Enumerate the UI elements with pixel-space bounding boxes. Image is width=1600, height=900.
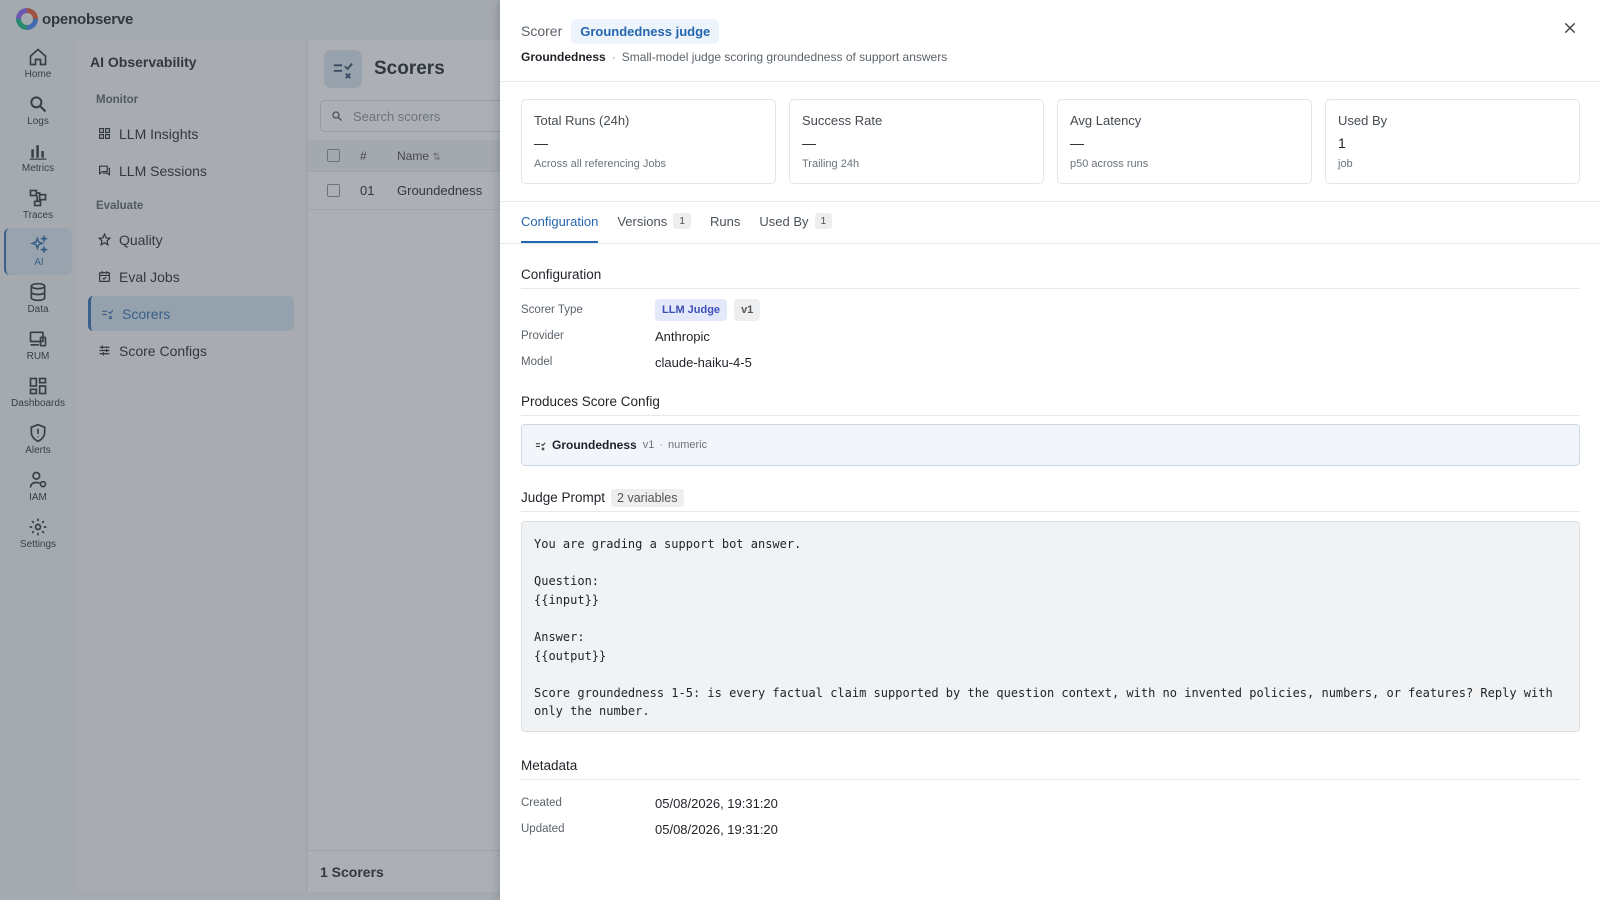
stat-label: Success Rate xyxy=(802,113,883,128)
tab-label: Versions xyxy=(617,213,668,229)
tab-label: Configuration xyxy=(521,213,599,229)
tab-count-badge: 1 xyxy=(814,213,833,229)
config-key: Model xyxy=(521,356,553,368)
judge-prompt-header: Judge Prompt 2 variables xyxy=(521,484,1580,512)
stats-row: Total Runs (24h) — Across all referencin… xyxy=(500,82,1600,184)
score-config-link[interactable]: Groundedness v1 · numeric xyxy=(521,424,1580,466)
scorer-name-pill: Groundedness judge xyxy=(571,18,720,44)
metadata-value-created: 05/08/2026, 19:31:20 xyxy=(655,795,778,811)
close-button[interactable] xyxy=(1562,20,1578,36)
config-row-scorer-type: Scorer Type LLM Judge v1 xyxy=(521,297,1580,323)
stat-card-avg-latency: Avg Latency — p50 across runs xyxy=(1057,99,1312,184)
stat-card-used-by: Used By 1 job xyxy=(1325,99,1580,184)
subtitle-separator: · xyxy=(611,50,616,64)
stat-value: — xyxy=(802,135,816,151)
stat-sub: p50 across runs xyxy=(1070,158,1149,170)
stat-label: Avg Latency xyxy=(1070,113,1142,128)
scorer-detail-drawer: Scorer Groundedness judge Groundedness ·… xyxy=(500,0,1600,900)
subtitle-description: Small-model judge scoring groundedness o… xyxy=(621,50,948,64)
metadata-key: Updated xyxy=(521,823,565,835)
stat-sub: job xyxy=(1338,158,1353,170)
scorer-type-badge: LLM Judge xyxy=(655,299,728,321)
score-config-version: v1 xyxy=(642,439,655,451)
judge-prompt-title: Judge Prompt xyxy=(521,490,606,505)
metadata-row-updated: Updated 05/08/2026, 19:31:20 xyxy=(521,816,1580,842)
metadata-key: Created xyxy=(521,797,562,809)
stat-label: Used By xyxy=(1338,113,1388,128)
section-title-metadata: Metadata xyxy=(521,752,1580,780)
tab-runs[interactable]: Runs xyxy=(710,201,740,243)
drawer-header: Scorer Groundedness judge Groundedness ·… xyxy=(500,0,1600,82)
tab-versions[interactable]: Versions 1 xyxy=(617,201,692,243)
stat-sub: Across all referencing Jobs xyxy=(534,158,667,170)
judge-prompt-box[interactable]: You are grading a support bot answer. Qu… xyxy=(521,521,1580,732)
stat-label: Total Runs (24h) xyxy=(534,113,630,128)
tab-used-by[interactable]: Used By 1 xyxy=(759,201,833,243)
config-key: Provider xyxy=(521,330,564,342)
metadata-row-created: Created 05/08/2026, 19:31:20 xyxy=(521,790,1580,816)
tab-label: Used By xyxy=(759,213,809,229)
stat-value: — xyxy=(1070,135,1084,151)
tab-configuration[interactable]: Configuration xyxy=(521,201,599,243)
scorer-icon xyxy=(535,441,546,450)
tab-count-badge: 1 xyxy=(673,213,692,229)
score-config-separator: · xyxy=(659,439,663,451)
stat-card-success-rate: Success Rate — Trailing 24h xyxy=(789,99,1044,184)
score-config-kind: numeric xyxy=(667,439,708,451)
config-row-provider: Provider Anthropic xyxy=(521,323,1580,349)
variables-count-chip: 2 variables xyxy=(611,488,684,507)
config-value-model: claude-haiku-4-5 xyxy=(655,354,752,370)
scorer-version-badge: v1 xyxy=(734,299,761,321)
config-row-model: Model claude-haiku-4-5 xyxy=(521,349,1580,375)
judge-prompt-text: You are grading a support bot answer. Qu… xyxy=(534,537,1553,719)
drawer-tabs: Configuration Versions 1 Runs Used By 1 xyxy=(500,201,1600,244)
drawer-kicker: Scorer xyxy=(521,23,563,39)
stat-value: — xyxy=(534,135,548,151)
close-icon xyxy=(1564,22,1576,34)
stat-card-total-runs: Total Runs (24h) — Across all referencin… xyxy=(521,99,776,184)
config-key: Scorer Type xyxy=(521,304,583,316)
section-title-configuration: Configuration xyxy=(521,261,1580,289)
metadata-value-updated: 05/08/2026, 19:31:20 xyxy=(655,821,778,837)
configuration-panel: Configuration Scorer Type LLM Judge v1 P… xyxy=(521,261,1580,842)
stat-sub: Trailing 24h xyxy=(802,158,860,170)
subtitle-config-name: Groundedness xyxy=(521,50,606,64)
config-value-provider: Anthropic xyxy=(655,328,710,344)
score-config-name: Groundedness xyxy=(552,438,637,452)
tab-label: Runs xyxy=(710,213,741,229)
section-title-score-config: Produces Score Config xyxy=(521,388,1580,416)
stat-value: 1 xyxy=(1338,135,1346,151)
drawer-subtitle: Groundedness · Small-model judge scoring… xyxy=(521,50,1580,64)
